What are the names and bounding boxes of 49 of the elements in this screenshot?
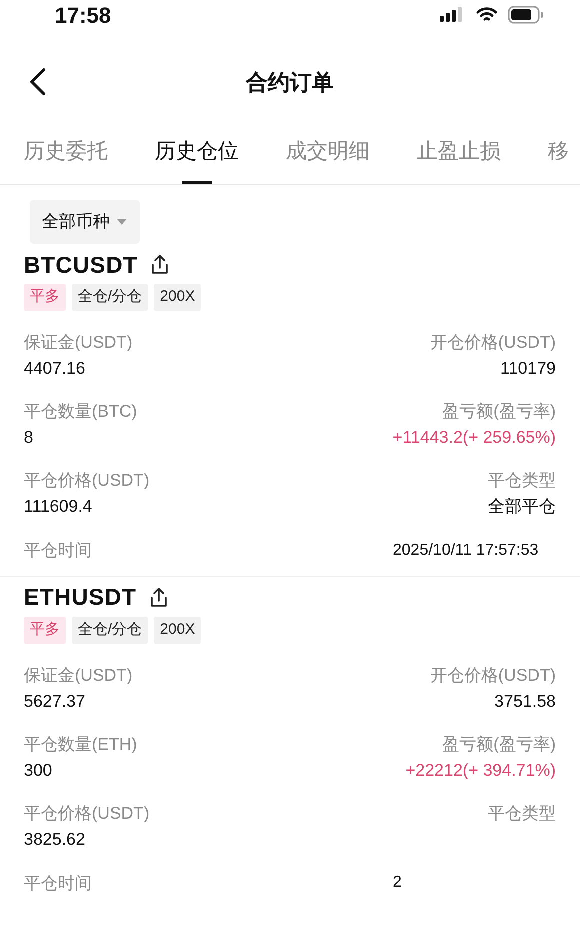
field-label: 开仓价格(USDT)	[430, 332, 556, 354]
field-value: 3825.62	[24, 828, 86, 850]
tab[interactable]: 止盈止损	[417, 134, 501, 184]
field-label: 平仓价格(USDT)	[24, 802, 150, 824]
share-icon[interactable]	[150, 254, 170, 276]
tag: 全仓/分仓	[72, 616, 148, 644]
tag: 200X	[154, 616, 202, 644]
tab[interactable]: 移	[548, 134, 569, 184]
field-value: 全部平仓	[488, 496, 556, 518]
field-label: 保证金(USDT)	[24, 664, 133, 686]
field-label: 盈亏额(盈亏率)	[442, 401, 556, 423]
tab[interactable]: 历史委托	[24, 134, 108, 184]
field-label: 平仓类型	[488, 802, 556, 824]
tab[interactable]: 历史仓位	[155, 134, 239, 184]
field-value: 111609.4	[24, 496, 92, 518]
field-value: 2025/10/11 17:57:53	[393, 540, 539, 561]
field-label: 保证金(USDT)	[24, 332, 133, 354]
field-value: 3751.58	[494, 690, 556, 712]
field-value: +22212(+ 394.71%)	[406, 760, 556, 782]
field-value: 110179	[500, 358, 556, 380]
field-label: 平仓时间	[24, 872, 92, 894]
field-label: 平仓类型	[488, 470, 556, 492]
field-label: 平仓数量(BTC)	[24, 401, 138, 423]
tag: 平多	[24, 284, 66, 311]
field-value: 300	[24, 760, 52, 782]
status-time: 17:58	[55, 2, 112, 30]
coin-filter-dropdown[interactable]: 全部币种	[30, 200, 140, 244]
field-value: 8	[24, 427, 34, 449]
field-value: 5627.37	[24, 690, 86, 712]
field-label: 平仓数量(ETH)	[24, 734, 138, 756]
battery-icon	[508, 6, 544, 24]
symbol-title: ETHUSDT	[24, 583, 137, 612]
tag: 平多	[24, 616, 66, 644]
caret-icon	[116, 218, 128, 226]
field-value: +11443.2(+ 259.65%)	[392, 427, 556, 449]
field-label: 开仓价格(USDT)	[430, 664, 556, 686]
field-label: 平仓时间	[24, 540, 92, 562]
field-label: 平仓价格(USDT)	[24, 470, 150, 492]
page-title: 合约订单	[246, 68, 334, 96]
back-icon[interactable]	[28, 67, 48, 97]
field-label: 盈亏额(盈亏率)	[442, 734, 556, 756]
tag: 全仓/分仓	[72, 284, 148, 311]
wifi-icon	[476, 7, 498, 23]
tab[interactable]: 成交明细	[286, 134, 370, 184]
share-icon[interactable]	[148, 586, 169, 608]
symbol-title: BTCUSDT	[24, 250, 138, 280]
field-value: 4407.16	[24, 358, 86, 380]
field-value: 2	[393, 873, 402, 894]
tag: 200X	[154, 284, 202, 311]
